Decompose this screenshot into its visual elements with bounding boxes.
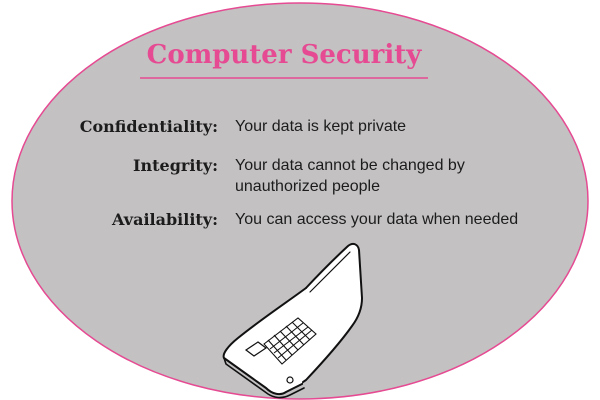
definition-integrity: Your data cannot be changed by unauthori…	[235, 157, 465, 195]
definition-confidentiality: Your data is kept private	[235, 118, 407, 135]
laptop-base	[222, 287, 307, 396]
diagram-title: Computer Security	[146, 40, 422, 70]
security-diagram: Computer Security Confidentiality: Your …	[0, 0, 600, 400]
definition-availability: You can access your data when needed	[235, 211, 519, 228]
laptop-icon	[222, 242, 363, 399]
term-availability: Availability:	[112, 210, 218, 229]
term-confidentiality: Confidentiality:	[79, 117, 218, 136]
term-integrity: Integrity:	[133, 156, 218, 175]
laptop-screen	[299, 242, 363, 385]
